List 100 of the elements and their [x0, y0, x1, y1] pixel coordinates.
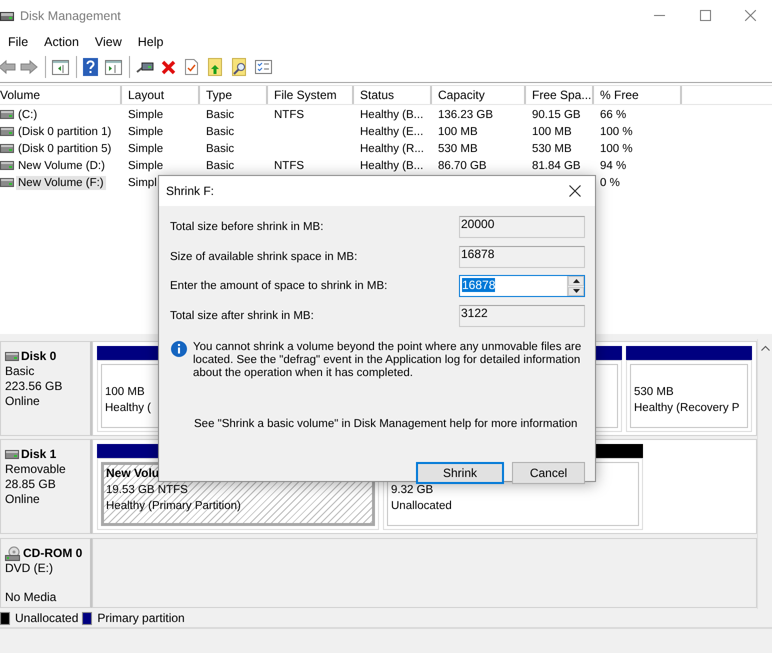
- legend-label: Primary partition: [97, 611, 185, 625]
- table-cell[interactable]: (Disk 0 partition 1): [16, 124, 114, 138]
- table-cell[interactable]: (C:): [16, 108, 40, 122]
- readonly-field: 16878: [459, 246, 585, 268]
- close-icon: [744, 10, 756, 21]
- table-cell-text: Basic: [205, 108, 236, 120]
- disk-info-panel[interactable]: CD-ROM 0 DVD (E:) No Media: [0, 538, 92, 608]
- table-cell-text: 100 %: [599, 142, 634, 154]
- column-header[interactable]: Free Spa...: [526, 86, 594, 104]
- readonly-field: 20000: [459, 216, 585, 238]
- partition-detail: 19.53 GB NTFS: [106, 484, 188, 496]
- table-cell-text: 100 MB: [437, 126, 479, 138]
- dialog-button[interactable]: Cancel: [512, 462, 585, 484]
- info-icon: [171, 341, 187, 357]
- partition-detail: 530 MB: [634, 386, 674, 398]
- dialog-title: Shrink F:: [166, 184, 216, 198]
- back-arrow-icon[interactable]: [0, 59, 16, 75]
- drive-icon: [0, 110, 14, 119]
- optical-drive-icon: [5, 546, 21, 560]
- app-icon: [0, 10, 14, 22]
- disk-info-panel[interactable]: Disk 0 Basic 223.56 GB Online: [0, 341, 92, 436]
- disk-drive-icon: [5, 450, 19, 458]
- connect-drive-icon[interactable]: [136, 61, 154, 73]
- disk-detail: DVD (E:): [5, 561, 54, 576]
- column-header[interactable]: File System: [268, 86, 354, 104]
- partition-detail: Healthy (: [105, 402, 152, 414]
- checklist-icon[interactable]: [255, 60, 272, 74]
- table-cell-text: Simple: [127, 126, 164, 138]
- disk-detail: Online: [5, 492, 41, 507]
- partition-name: New Volu: [106, 466, 160, 480]
- help-icon[interactable]: [83, 58, 98, 76]
- table-cell[interactable]: New Volume (D:): [16, 158, 107, 172]
- disk-detail: 28.85 GB: [5, 477, 57, 492]
- menu-item[interactable]: Action: [36, 32, 87, 50]
- maximize-icon: [700, 10, 710, 21]
- table-cell-text: 530 MB: [437, 142, 479, 154]
- table-cell-text: 100 %: [599, 126, 634, 138]
- forward-arrow-icon[interactable]: [20, 59, 38, 75]
- console-tree-icon[interactable]: [52, 60, 69, 74]
- disk-detail: Online: [5, 394, 41, 409]
- partition-detail: Unallocated: [391, 500, 452, 512]
- disk-name: CD-ROM 0: [23, 546, 82, 560]
- table-cell-text: Basic: [205, 126, 236, 138]
- disk-detail: Basic: [5, 364, 36, 379]
- field-label: Enter the amount of space to shrink in MB:: [170, 280, 388, 292]
- field-label: Total size before shrink in MB:: [170, 221, 324, 233]
- table-cell-text: Simpl: [127, 176, 158, 188]
- table-cell-text: 81.84 GB: [531, 160, 582, 172]
- partition-detail: 100 MB: [105, 386, 145, 398]
- up-triangle-icon: [572, 278, 580, 283]
- menu-item[interactable]: View: [86, 32, 130, 50]
- table-cell-text: 86.70 GB: [437, 160, 488, 172]
- drive-icon: [0, 178, 14, 187]
- legend-label: Unallocated: [15, 611, 78, 625]
- disk-drive-icon: [5, 352, 19, 360]
- column-header[interactable]: Status: [354, 86, 432, 104]
- menu-item[interactable]: Help: [130, 32, 172, 50]
- field-label: Total size after shrink in MB:: [170, 310, 314, 322]
- partition-detail: Healthy (Recovery P: [634, 402, 740, 414]
- number-input-field[interactable]: 16878: [459, 275, 585, 297]
- help-note: See "Shrink a basic volume" in Disk Management help for more information: [194, 418, 578, 431]
- table-cell-text: Healthy (E...: [359, 126, 424, 138]
- dialog-button[interactable]: Shrink: [416, 462, 504, 484]
- column-header[interactable]: % Free: [594, 86, 682, 104]
- readonly-field: 3122: [459, 304, 585, 326]
- table-cell-text: Basic: [205, 142, 236, 154]
- drive-icon: [0, 144, 14, 153]
- table-cell-text: Healthy (B...: [359, 160, 424, 172]
- table-cell-text: 66 %: [599, 108, 628, 120]
- table-cell-text: Simple: [127, 160, 164, 172]
- delete-icon[interactable]: [161, 60, 176, 74]
- table-cell-text: Simple: [127, 108, 164, 120]
- table-cell-text: 90.15 GB: [531, 108, 582, 120]
- disk-detail: No Media: [5, 590, 58, 605]
- disk-info-panel[interactable]: Disk 1 Removable 28.85 GB Online: [0, 439, 92, 534]
- column-header[interactable]: Layout: [122, 86, 200, 104]
- info-message: You cannot shrink a volume beyond the point where any unmovable files are located. See the "defrag" event in the Application log for detailed information about the operation when it has completed.: [193, 341, 582, 380]
- disk-detail: 223.56 GB: [5, 379, 64, 394]
- table-cell[interactable]: New Volume (F:): [16, 176, 106, 190]
- scroll-up-icon[interactable]: [760, 345, 770, 351]
- column-header[interactable]: Type: [200, 86, 268, 104]
- column-header[interactable]: Capacity: [432, 86, 526, 104]
- table-cell-text: Healthy (R...: [359, 142, 425, 154]
- disk-name: Disk 1: [21, 447, 56, 461]
- spin-up-button[interactable]: [568, 276, 584, 286]
- folder-search-icon[interactable]: [232, 58, 247, 76]
- table-cell-text: 136.23 GB: [437, 108, 494, 120]
- spin-down-button[interactable]: [568, 286, 584, 296]
- field-label: Size of available shrink space in MB:: [170, 250, 358, 262]
- table-cell-text: 0 %: [599, 176, 621, 188]
- column-header[interactable]: Volume: [0, 86, 122, 104]
- table-cell-text: NTFS: [273, 160, 306, 172]
- table-cell[interactable]: (Disk 0 partition 5): [16, 142, 114, 156]
- action-pane-icon[interactable]: [105, 60, 122, 74]
- folder-up-icon[interactable]: [208, 58, 222, 76]
- properties-icon[interactable]: [185, 59, 198, 75]
- partition-detail: 9.32 GB: [391, 484, 434, 496]
- disk-name: Disk 0: [21, 349, 56, 363]
- table-cell-text: Basic: [205, 160, 236, 172]
- menu-item[interactable]: File: [0, 32, 36, 50]
